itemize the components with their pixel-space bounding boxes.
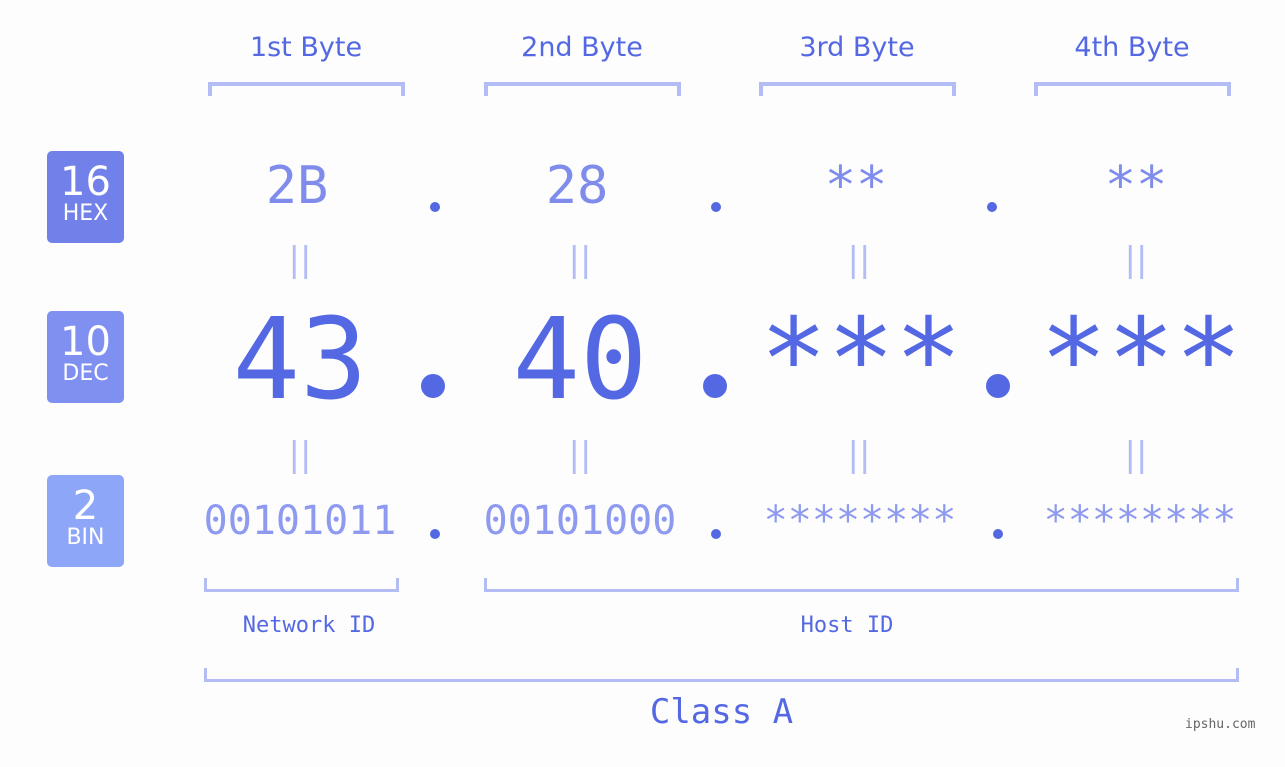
dec-dot-3 [986,374,1010,398]
byte-header-4: 4th Byte [1074,32,1190,63]
bin-base-label: BIN [66,525,105,550]
network-id-label: Network ID [242,613,376,638]
hex-dot-2 [711,202,721,212]
hex-dot-1 [430,202,440,212]
equals-hex-dec-1: || [288,240,312,280]
bin-byte-4: ******** [1043,498,1237,544]
bin-byte-1: 00101011 [203,498,397,544]
bin-dot-2 [711,529,721,539]
network-id-bracket [204,578,399,592]
dec-byte-4: *** [1039,295,1243,425]
equals-dec-bin-4: || [1124,435,1148,475]
dec-base-label: DEC [62,361,109,386]
byte-header-3: 3rd Byte [799,32,915,63]
bin-badge: 2 BIN [47,475,124,567]
bin-dot-1 [430,529,440,539]
bin-byte-2: 00101000 [483,498,677,544]
byte-bracket-1 [208,82,405,96]
byte-header-2: 2nd Byte [521,32,643,63]
byte-bracket-2 [484,82,681,96]
equals-dec-bin-1: || [288,435,312,475]
dec-byte-3: *** [759,295,963,425]
watermark: ipshu.com [1185,717,1256,732]
host-id-label: Host ID [800,613,894,638]
dec-base-number: 10 [60,319,111,365]
hex-byte-2: 28 [545,156,609,216]
hex-base-number: 16 [60,159,111,205]
equals-dec-bin-3: || [847,435,871,475]
equals-hex-dec-3: || [847,240,871,280]
equals-dec-bin-2: || [568,435,592,475]
byte-header-1: 1st Byte [249,32,363,63]
hex-byte-1: 2B [265,156,329,216]
hex-badge: 16 HEX [47,151,124,243]
host-id-bracket [484,578,1239,592]
bin-byte-3: ******** [763,498,957,544]
hex-byte-4: ** [1104,156,1168,216]
equals-hex-dec-2: || [568,240,592,280]
hex-base-label: HEX [62,201,109,226]
bin-base-number: 2 [72,483,99,529]
byte-bracket-3 [759,82,956,96]
dec-dot-2 [703,374,727,398]
byte-bracket-4 [1034,82,1231,96]
class-bracket [204,668,1239,682]
class-label: Class A [649,692,794,732]
dec-dot-1 [421,374,445,398]
hex-dot-3 [987,202,997,212]
dec-byte-1: 43 [232,295,368,425]
bin-dot-3 [993,529,1003,539]
dec-badge: 10 DEC [47,311,124,403]
dec-byte-2: 40 [512,295,648,425]
hex-byte-3: ** [824,156,888,216]
equals-hex-dec-4: || [1124,240,1148,280]
